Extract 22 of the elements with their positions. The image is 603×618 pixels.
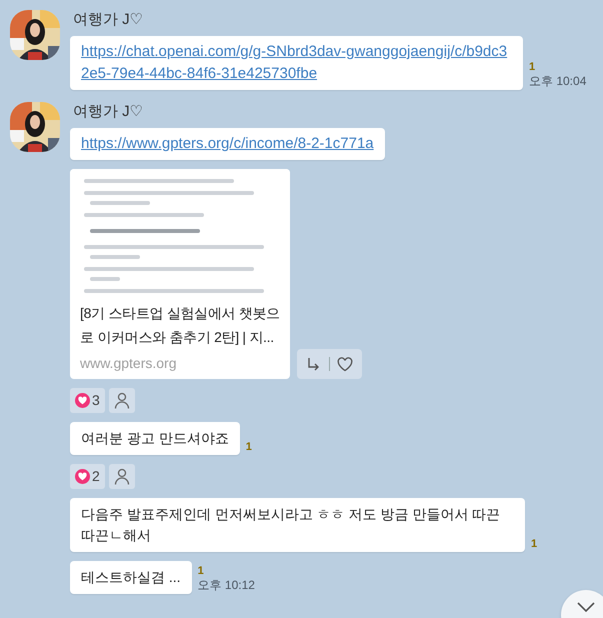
unread-count: 1 (529, 61, 536, 74)
person-icon (114, 392, 130, 409)
heart-reaction[interactable]: 3 (70, 388, 105, 413)
unread-count: 1 (198, 565, 204, 578)
heart-icon (337, 356, 353, 372)
link-preview-card[interactable]: [8기 스타트업 실험실에서 챗봇으로 이커머스와 춤추기 2탄] | 지... www.gpters.org (70, 169, 290, 379)
unread-count: 1 (246, 441, 252, 454)
message-bubble: 테스트하실겸 ... (70, 561, 192, 594)
person-icon (114, 468, 130, 485)
timestamp: 오후 10:04 (529, 74, 586, 89)
preview-domain: www.gpters.org (80, 354, 178, 373)
reactors-button[interactable] (108, 388, 135, 413)
message-bubble: 여러분 광고 만드셔야죠 (70, 422, 240, 455)
sender-name: 여행가 J♡ (73, 103, 144, 120)
timestamp: 오후 10:12 (198, 578, 255, 593)
sender-name: 여행가 J♡ (73, 11, 144, 28)
unread-count: 1 (531, 538, 538, 551)
preview-title: [8기 스타트업 실험실에서 챗봇으로 이커머스와 춤추기 2탄] | 지... (80, 304, 280, 347)
chevron-down-icon (577, 602, 595, 612)
message-bubble: 다음주 발표주제인데 먼저써보시라고 ㅎㅎ 저도 방금 만들어서 따끈따끈ㄴ해서 (70, 498, 525, 552)
reactors-button[interactable] (108, 464, 135, 489)
heart-reaction[interactable]: 2 (70, 464, 105, 489)
